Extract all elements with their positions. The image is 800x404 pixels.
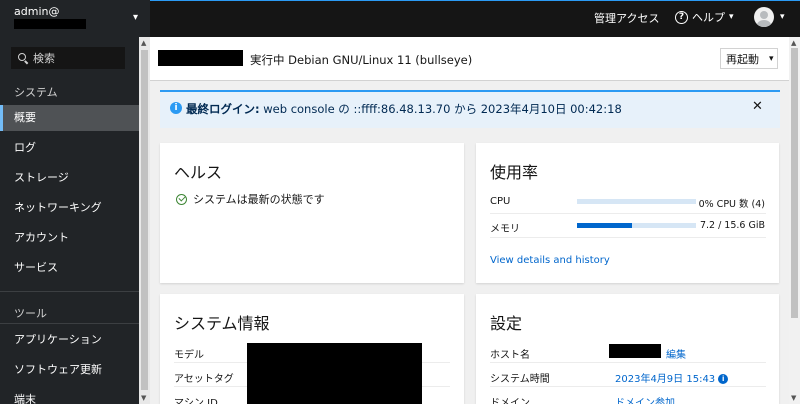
help-label: ヘルプ	[692, 11, 725, 24]
sidebar-item-overview[interactable]: 概要	[0, 105, 139, 131]
chevron-down-icon: ▾	[729, 12, 734, 22]
health-status: システムは最新の状態です	[176, 191, 325, 207]
scroll-up-arrow-icon[interactable]: ▲	[141, 39, 146, 47]
scroll-up-arrow-icon[interactable]: ▲	[791, 39, 796, 47]
scroll-down-arrow-icon[interactable]: ▼	[791, 394, 796, 402]
sidebar-item-logs[interactable]: ログ	[0, 135, 139, 161]
host-switcher[interactable]: admin@ ▾	[0, 0, 150, 37]
scroll-down-arrow-icon[interactable]: ▼	[141, 394, 146, 402]
user-menu-button[interactable]: ▾	[754, 7, 785, 27]
cpu-usage-value: 0% CPU 数 (4)	[698, 199, 765, 210]
page-header: 実行中 Debian GNU/Linux 11 (bullseye) 再起動 ▾	[150, 37, 789, 81]
last-login-alert: i 最終ログイン: web console の ::ffff:86.48.13.…	[160, 90, 780, 128]
sidebar-item-software-updates[interactable]: ソフトウェア更新	[0, 357, 139, 383]
usage-label-cpu: CPU	[490, 196, 511, 207]
card-title: システム情報	[174, 314, 270, 333]
close-icon[interactable]: ✕	[752, 99, 763, 114]
host-name-redacted	[14, 19, 86, 29]
sidebar-divider	[0, 323, 139, 324]
usage-label-memory: メモリ	[490, 224, 520, 235]
restart-button[interactable]: 再起動 ▾	[720, 48, 778, 69]
settings-label-domain: ドメイン	[490, 398, 530, 404]
settings-card: 設定 ホスト名 編集 システム時間 2023年4月9日 15:43 i ドメイン …	[476, 294, 779, 404]
sidebar-item-applications[interactable]: アプリケーション	[0, 327, 139, 353]
health-status-text: システムは最新の状態です	[193, 193, 325, 206]
search-icon	[18, 53, 28, 63]
sidebar-item-storage[interactable]: ストレージ	[0, 165, 139, 191]
help-icon: ?	[675, 10, 688, 24]
alert-title: 最終ログイン:	[186, 102, 260, 116]
memory-usage-value: 7.2 / 15.6 GiB	[699, 220, 765, 231]
join-domain-link[interactable]: ドメイン参加	[615, 394, 675, 404]
settings-label-system-time: システム時間	[490, 374, 550, 385]
main-scrollbar-thumb[interactable]	[791, 48, 798, 318]
card-title: ヘルス	[174, 163, 223, 182]
host-user-label: admin@	[14, 5, 60, 18]
sysinfo-label-model: モデル	[174, 350, 204, 361]
memory-usage-fill	[577, 223, 632, 228]
search-input[interactable]: 検索	[11, 47, 125, 69]
sidebar-item-networking[interactable]: ネットワーキング	[0, 195, 139, 221]
sidebar-scrollbar-thumb[interactable]	[141, 50, 148, 390]
search-placeholder: 検索	[33, 52, 55, 65]
system-time-link[interactable]: 2023年4月9日 15:43 i	[615, 370, 729, 385]
page-title: 実行中 Debian GNU/Linux 11 (bullseye)	[250, 53, 473, 67]
admin-access-button[interactable]: 管理アクセス	[594, 10, 659, 26]
help-menu-button[interactable]: ? ヘルプ ▾	[675, 9, 734, 25]
hostname-redacted	[158, 50, 243, 66]
info-icon: i	[170, 102, 182, 114]
alert-text: 最終ログイン: web console の ::ffff:86.48.13.70…	[186, 101, 622, 117]
cpu-usage-bar	[577, 199, 696, 204]
card-title: 設定	[490, 314, 523, 333]
sysinfo-label-asset-tag: アセットタグ	[174, 374, 234, 385]
avatar	[754, 7, 774, 27]
health-card: ヘルス システムは最新の状態です	[160, 143, 464, 283]
restart-label: 再起動	[726, 52, 759, 66]
sidebar: 検索 システム 概要 ログ ストレージ ネットワーキング アカウント サービス …	[0, 37, 150, 404]
settings-divider	[490, 362, 766, 363]
chevron-down-icon: ▾	[769, 53, 774, 64]
sidebar-item-terminal[interactable]: 端末	[0, 387, 139, 404]
sidebar-section-system: システム	[14, 86, 58, 99]
view-details-link[interactable]: View details and history	[490, 255, 610, 266]
alert-message: web console の ::ffff:86.48.13.70 から 2023…	[263, 102, 622, 116]
info-icon[interactable]: i	[718, 374, 729, 384]
memory-usage-bar	[577, 223, 696, 228]
usage-divider	[490, 213, 766, 214]
system-time-value: 2023年4月9日 15:43	[615, 374, 716, 385]
sidebar-item-services[interactable]: サービス	[0, 255, 139, 281]
usage-divider	[490, 237, 766, 238]
chevron-down-icon: ▾	[133, 12, 139, 23]
check-circle-icon	[176, 193, 187, 205]
settings-divider	[490, 386, 766, 387]
chevron-down-icon: ▾	[780, 12, 785, 22]
settings-label-hostname: ホスト名	[490, 350, 530, 361]
sidebar-section-tools: ツール	[14, 307, 47, 320]
hostname-value-redacted	[609, 344, 661, 358]
sysinfo-values-redacted	[247, 343, 422, 404]
edit-hostname-link[interactable]: 編集	[666, 346, 686, 361]
card-title: 使用率	[490, 163, 539, 182]
system-info-card: システム情報 モデル アセットタグ マシン ID	[160, 294, 464, 404]
sysinfo-label-machine-id: マシン ID	[174, 398, 218, 404]
sidebar-divider	[0, 291, 139, 292]
usage-card: 使用率 CPU 0% CPU 数 (4) メモリ 7.2 / 15.6 GiB …	[476, 143, 779, 283]
sidebar-item-accounts[interactable]: アカウント	[0, 225, 139, 251]
